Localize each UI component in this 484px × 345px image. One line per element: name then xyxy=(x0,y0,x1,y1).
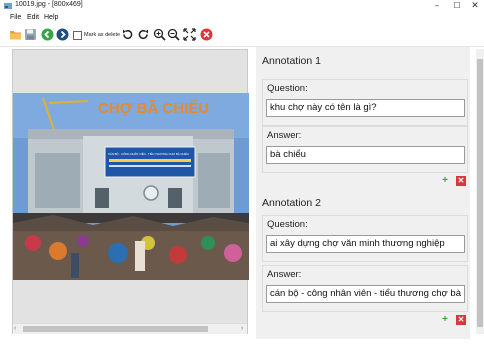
scroll-left-icon[interactable]: ‹ xyxy=(14,324,16,334)
remove-annotation-button[interactable]: ✕ xyxy=(456,315,466,325)
answer-input[interactable]: bà chiểu xyxy=(266,146,465,164)
answer-group: Answer: cán bộ - công nhân viên - tiểu t… xyxy=(262,265,468,312)
checkbox-box[interactable] xyxy=(73,30,82,40)
market-photo: CHỢ BÃ CHIỂU CÁN BỘ - CÔNG NHÂN VIÊN - T… xyxy=(13,93,249,280)
title-bar: 10019.jpg - [800x469] – ☐ ✕ xyxy=(0,0,484,13)
close-button[interactable]: ✕ xyxy=(462,0,484,13)
add-annotation-button[interactable]: + xyxy=(440,315,450,325)
answer-label: Answer: xyxy=(267,130,302,141)
rotate-left-icon[interactable] xyxy=(121,28,134,41)
menu-edit[interactable]: Edit xyxy=(27,14,39,21)
save-icon[interactable] xyxy=(24,28,37,41)
question-label: Question: xyxy=(267,219,308,230)
app-icon xyxy=(4,3,12,9)
horizontal-scroll-thumb[interactable] xyxy=(23,326,208,332)
answer-input[interactable]: cán bộ - công nhân viên - tiểu thương ch… xyxy=(266,285,465,303)
delete-icon[interactable] xyxy=(200,28,213,41)
menu-help[interactable]: Help xyxy=(44,14,58,21)
menu-bar: File Edit Help xyxy=(0,13,484,24)
zoom-out-icon[interactable] xyxy=(167,28,180,41)
sign-text: CHỢ BÃ CHIỂU xyxy=(98,99,209,117)
annotation-title: Annotation 2 xyxy=(262,197,321,209)
answer-label: Answer: xyxy=(267,269,302,280)
rotate-right-icon[interactable] xyxy=(137,28,150,41)
vertical-scrollbar[interactable] xyxy=(476,49,484,334)
question-group: Question: ai xây dựng chợ văn minh thươn… xyxy=(262,215,468,262)
open-folder-icon[interactable] xyxy=(9,28,22,41)
scroll-right-icon[interactable]: › xyxy=(241,324,243,334)
question-input[interactable]: ai xây dựng chợ văn minh thương nghiệp xyxy=(266,235,465,253)
horizontal-scrollbar[interactable]: ‹ › xyxy=(13,323,247,334)
previous-icon[interactable] xyxy=(41,28,54,41)
annotation-title: Annotation 1 xyxy=(262,55,321,67)
remove-annotation-button[interactable]: ✕ xyxy=(456,176,466,186)
window-title: 10019.jpg - [800x469] xyxy=(15,1,83,8)
photo-canvas: CHỢ BÃ CHIỂU CÁN BỘ - CÔNG NHÂN VIÊN - T… xyxy=(13,93,249,280)
banner-text: CÁN BỘ - CÔNG NHÂN VIÊN - TIỂU THƯƠNG CH… xyxy=(108,151,189,156)
question-label: Question: xyxy=(267,83,308,94)
zoom-in-icon[interactable] xyxy=(153,28,166,41)
next-icon[interactable] xyxy=(56,28,69,41)
mark-as-delete-checkbox[interactable]: Mark as delete xyxy=(73,30,120,40)
annotation-panel: Annotation 1 Question: khu chợ này có tê… xyxy=(256,47,470,339)
question-group: Question: khu chợ này có tên là gì? xyxy=(262,79,468,126)
add-annotation-button[interactable]: + xyxy=(440,176,450,186)
question-input[interactable]: khu chợ này có tên là gì? xyxy=(266,99,465,117)
fit-screen-icon[interactable] xyxy=(183,28,196,41)
mark-as-delete-label: Mark as delete xyxy=(84,32,121,38)
answer-group: Answer: bà chiểu xyxy=(262,126,468,173)
menu-file[interactable]: File xyxy=(10,14,21,21)
toolbar: Mark as delete xyxy=(0,24,484,47)
image-viewer[interactable]: CHỢ BÃ CHIỂU CÁN BỘ - CÔNG NHÂN VIÊN - T… xyxy=(12,49,249,334)
vertical-scroll-thumb[interactable] xyxy=(477,59,483,327)
